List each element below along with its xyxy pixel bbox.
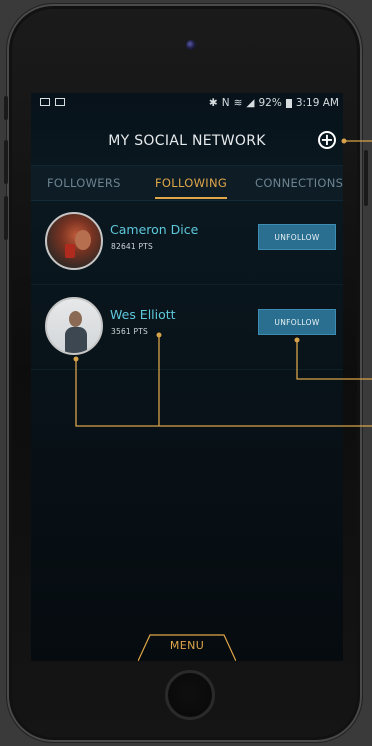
unfollow-button[interactable]: UNFOLLOW [258,224,336,250]
user-name[interactable]: Wes Elliott [110,307,176,322]
avatar-head [69,311,82,327]
avatar-face [75,230,91,250]
app-screen: ✱ N ≋ ◢ 92% 3:19 AM MY SOCIAL NETWORK + … [31,93,343,661]
avatar[interactable] [45,297,103,355]
status-bar: ✱ N ≋ ◢ 92% 3:19 AM [31,93,343,115]
wifi-icon: ≋ [233,97,243,109]
list-item: Cameron Dice 82641 PTS UNFOLLOW [31,200,343,285]
menu-label: MENU [169,639,205,652]
battery-level: 92% [258,97,282,109]
battery-icon [285,98,292,108]
tab-bar: FOLLOWERS FOLLOWING CONNECTIONS [31,165,343,201]
menu-button[interactable]: MENU [137,633,237,661]
bluetooth-icon: ✱ [208,97,218,109]
side-button-volume-up [4,140,8,184]
avatar-cup [65,244,75,258]
image-notification-icon [40,98,50,106]
page-title: MY SOCIAL NETWORK [108,133,266,149]
notification-icons [40,98,65,106]
list-item: Wes Elliott 3561 PTS UNFOLLOW [31,285,343,370]
side-button-top [4,96,8,120]
user-points: 82641 PTS [111,242,153,251]
user-name[interactable]: Cameron Dice [110,222,198,237]
user-points: 3561 PTS [111,327,148,336]
status-right: ✱ N ≋ ◢ 92% 3:19 AM [209,97,339,109]
home-button[interactable] [165,670,215,720]
tab-followers[interactable]: FOLLOWERS [47,176,121,190]
nfc-icon: N [221,97,230,109]
tab-connections[interactable]: CONNECTIONS [255,176,343,190]
unfollow-button[interactable]: UNFOLLOW [258,309,336,335]
avatar[interactable] [45,212,103,270]
add-icon[interactable]: + [318,131,336,149]
message-notification-icon [55,98,65,106]
signal-icon: ◢ [246,97,255,109]
front-camera [186,40,196,50]
power-button [364,150,368,206]
avatar-torso [65,327,87,353]
clock: 3:19 AM [295,97,339,109]
side-button-volume-down [4,196,8,240]
tab-following[interactable]: FOLLOWING [155,176,228,199]
